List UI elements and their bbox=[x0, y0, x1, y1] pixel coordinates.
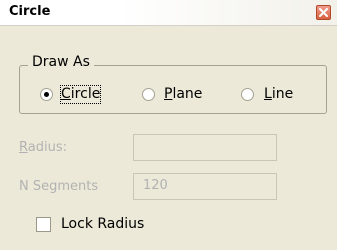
radio-plane[interactable] bbox=[142, 88, 155, 101]
panel-title: Circle bbox=[9, 4, 51, 19]
n-segments-input[interactable]: 120 bbox=[133, 173, 277, 200]
draw-as-label: Draw As bbox=[28, 54, 94, 71]
radio-plane-label[interactable]: Plane bbox=[164, 86, 202, 103]
radius-input[interactable] bbox=[133, 134, 277, 161]
circle-panel: Circle Draw As Circle Plane Line Radius:… bbox=[0, 0, 337, 250]
radio-circle[interactable] bbox=[40, 88, 53, 101]
radio-circle-label[interactable]: Circle bbox=[59, 85, 102, 104]
radio-selected-dot bbox=[44, 92, 49, 97]
radio-line-label[interactable]: Line bbox=[264, 86, 293, 103]
n-segments-value: 120 bbox=[143, 178, 168, 193]
lock-radius-checkbox[interactable] bbox=[36, 217, 51, 232]
radio-line[interactable] bbox=[241, 88, 254, 101]
title-bar: Circle bbox=[0, 0, 337, 26]
n-segments-label: N Segments bbox=[19, 179, 99, 194]
close-button[interactable] bbox=[316, 5, 331, 20]
radius-label: Radius: bbox=[19, 140, 67, 155]
lock-radius-label[interactable]: Lock Radius bbox=[61, 216, 144, 233]
close-icon bbox=[319, 8, 328, 17]
